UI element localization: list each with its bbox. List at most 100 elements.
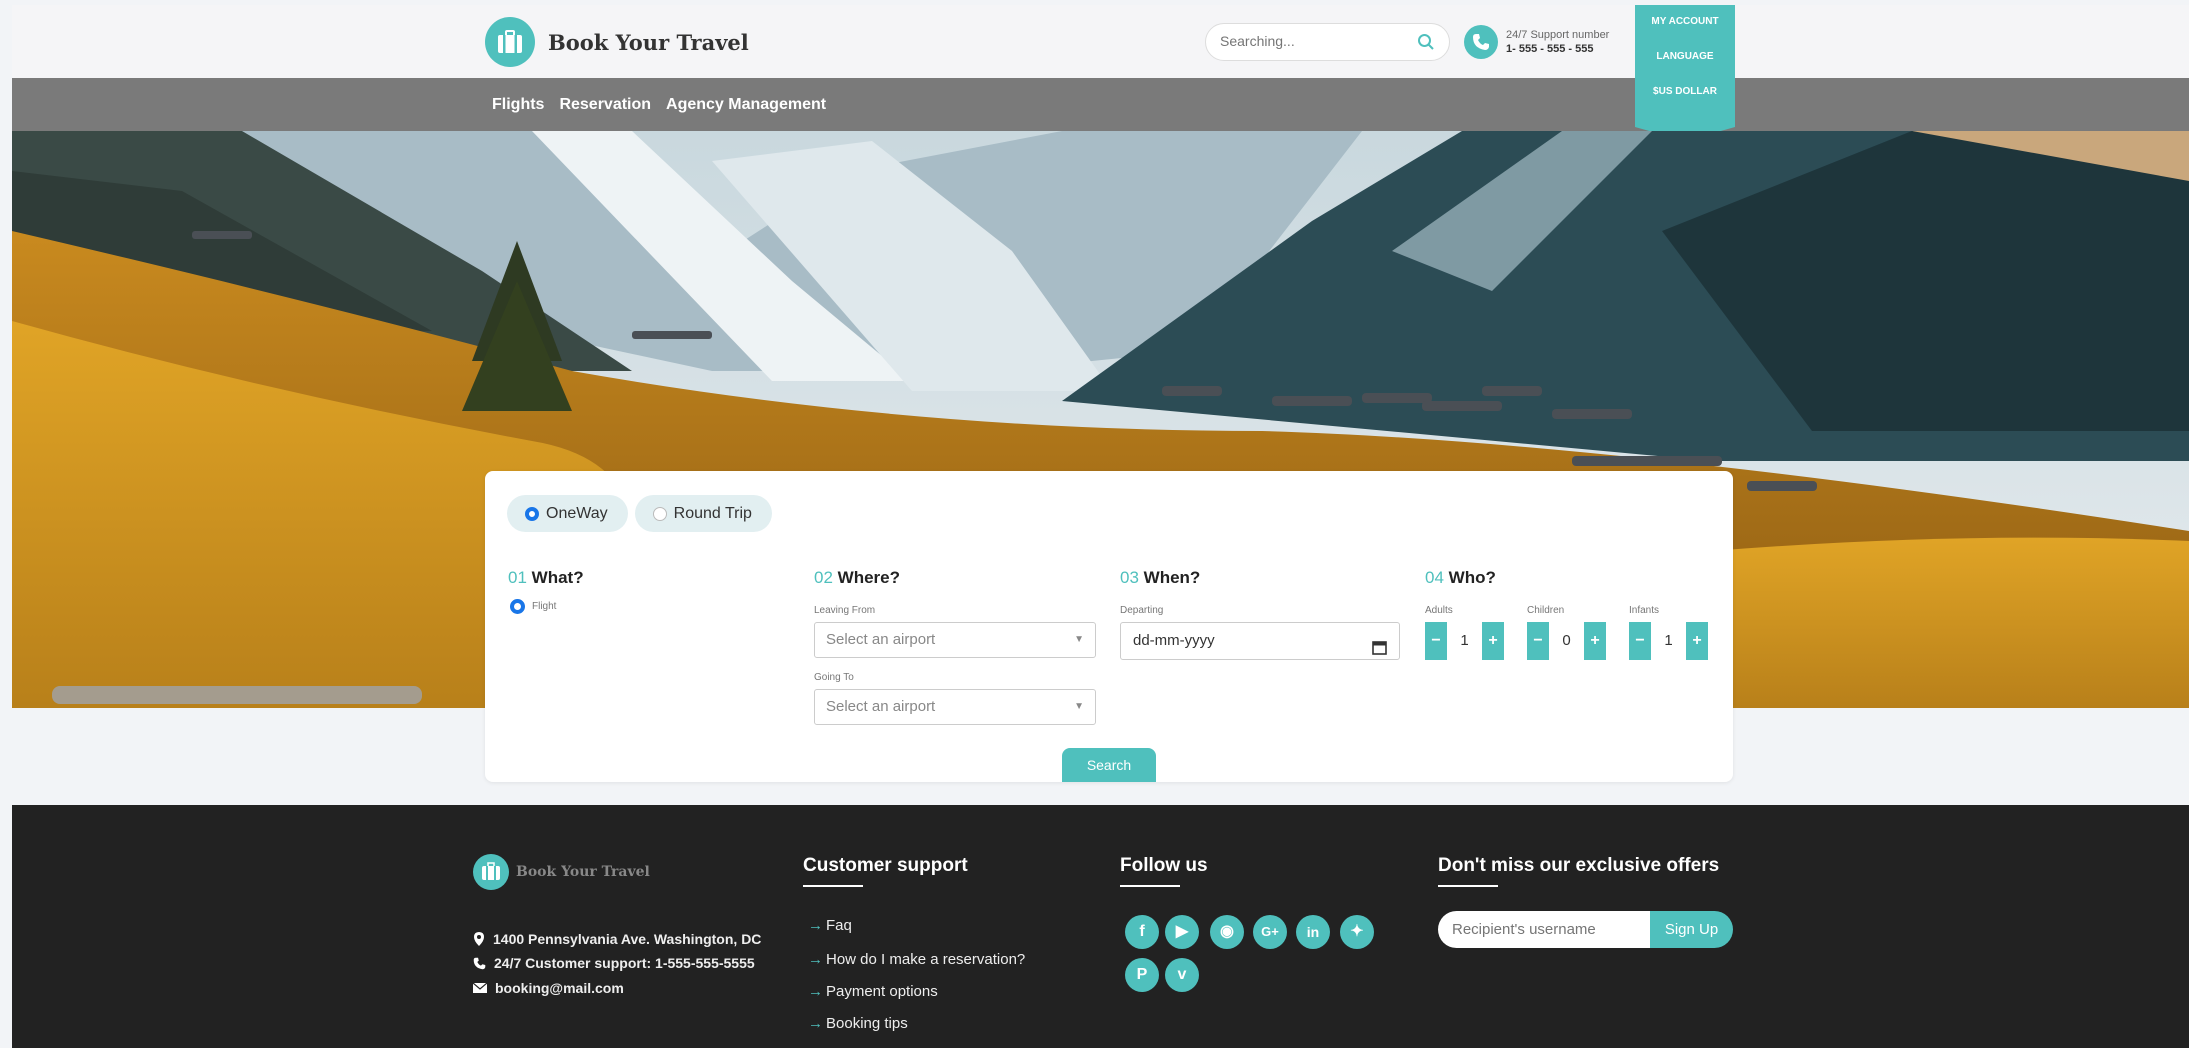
adults-stepper: − 1 + — [1425, 622, 1504, 660]
sign-up-button[interactable]: Sign Up — [1650, 911, 1733, 948]
support-label: 24/7 Support number — [1506, 28, 1610, 41]
section-where-label: Where? — [837, 568, 900, 587]
section-what-label: What? — [531, 568, 584, 587]
youtube-icon[interactable]: ▶ — [1165, 915, 1199, 949]
search-button[interactable]: Search — [1062, 748, 1156, 782]
footer-address: 1400 Pennsylvania Ave. Washington, DC — [473, 931, 761, 947]
option-flight[interactable]: Flight — [510, 599, 556, 614]
language-selector[interactable]: LANGUAGE — [1635, 40, 1735, 75]
children-stepper: − 0 + — [1527, 622, 1606, 660]
departing-label: Departing — [1120, 605, 1164, 616]
section-when-title: 03 When? — [1120, 568, 1200, 588]
section-when-label: When? — [1143, 568, 1201, 587]
top-header — [12, 5, 2189, 78]
section-what-number: 01 — [508, 568, 527, 587]
dropdown-caret-icon: ▼ — [1074, 634, 1084, 645]
children-count[interactable]: 0 — [1549, 622, 1584, 660]
newsletter-heading: Don't miss our exclusive offers — [1438, 855, 1720, 887]
radio-selected-icon[interactable] — [510, 599, 525, 614]
site-footer — [12, 805, 2189, 1048]
search-icon[interactable] — [1417, 33, 1435, 56]
footer-link-reservation[interactable]: → How do I make a reservation? — [808, 951, 1025, 968]
section-who-number: 04 — [1425, 568, 1444, 587]
pinterest-icon[interactable]: P — [1125, 958, 1159, 992]
nav-item-flights[interactable]: Flights — [492, 96, 544, 114]
site-title: Book Your Travel — [548, 29, 749, 55]
infants-decrement-button[interactable]: − — [1629, 622, 1651, 660]
trip-type-oneway[interactable]: OneWay — [507, 495, 628, 532]
calendar-icon[interactable] — [1372, 633, 1387, 669]
footer-link-booking-tips[interactable]: → Booking tips — [808, 1015, 908, 1032]
support-number: 1- 555 - 555 - 555 — [1506, 43, 1594, 55]
going-to-select[interactable]: Select an airport ▼ — [814, 689, 1096, 725]
site-search[interactable] — [1205, 23, 1450, 61]
trip-type-oneway-label: OneWay — [546, 504, 608, 522]
suitcase-icon — [473, 854, 509, 890]
my-account-link[interactable]: MY ACCOUNT — [1635, 5, 1735, 40]
site-logo[interactable]: Book Your Travel — [485, 17, 749, 67]
section-what-title: 01 What? — [508, 568, 584, 588]
section-who-label: Who? — [1448, 568, 1496, 587]
footer-email[interactable]: booking@mail.com — [473, 980, 624, 996]
infants-stepper: − 1 + — [1629, 622, 1708, 660]
currency-selector[interactable]: $US DOLLAR — [1635, 75, 1735, 110]
leaving-from-label: Leaving From — [814, 605, 876, 616]
account-menu: MY ACCOUNT LANGUAGE $US DOLLAR — [1635, 5, 1735, 141]
leaving-from-value: Select an airport — [826, 631, 936, 648]
vimeo-icon[interactable]: v — [1165, 958, 1199, 992]
children-decrement-button[interactable]: − — [1527, 622, 1549, 660]
newsletter-input[interactable] — [1438, 911, 1653, 948]
section-who-title: 04 Who? — [1425, 568, 1496, 588]
radio-selected-icon[interactable] — [525, 506, 539, 521]
adults-label: Adults — [1425, 605, 1453, 616]
footer-support-text: 24/7 Customer support: 1-555-555-5555 — [494, 955, 755, 971]
nav-item-reservation[interactable]: Reservation — [559, 96, 651, 114]
follow-us-heading: Follow us — [1120, 855, 1208, 887]
dropdown-caret-icon: ▼ — [1074, 701, 1084, 712]
children-label: Children — [1527, 605, 1565, 616]
phone-icon — [473, 957, 486, 969]
adults-decrement-button[interactable]: − — [1425, 622, 1447, 660]
support-contact: 24/7 Support number 1- 555 - 555 - 555 — [1464, 25, 1609, 59]
search-input[interactable] — [1220, 33, 1410, 49]
location-pin-icon — [474, 932, 484, 946]
rss-icon[interactable]: ◉ — [1210, 915, 1244, 949]
radio-unselected-icon[interactable] — [652, 506, 667, 521]
nav-item-agency-management[interactable]: Agency Management — [666, 96, 826, 114]
facebook-icon[interactable]: f — [1125, 915, 1159, 949]
option-flight-label: Flight — [532, 601, 557, 612]
infants-label: Infants — [1629, 605, 1660, 616]
linkedin-icon[interactable]: in — [1296, 915, 1330, 949]
infants-count[interactable]: 1 — [1651, 622, 1686, 660]
newsletter-form: Sign Up — [1438, 911, 1733, 948]
infants-increment-button[interactable]: + — [1686, 622, 1708, 660]
page: Book Your Travel 24/7 Support number 1- … — [0, 0, 2189, 1048]
envelope-icon — [473, 983, 487, 993]
suitcase-icon — [485, 17, 535, 67]
adults-increment-button[interactable]: + — [1482, 622, 1504, 660]
adults-count[interactable]: 1 — [1447, 622, 1482, 660]
google-plus-icon[interactable]: G+ — [1253, 915, 1287, 949]
going-to-value: Select an airport — [826, 698, 936, 715]
trip-type-roundtrip-label: Round Trip — [673, 504, 752, 522]
phone-icon — [1464, 25, 1498, 59]
footer-address-text: 1400 Pennsylvania Ave. Washington, DC — [493, 931, 762, 947]
customer-support-heading: Customer support — [803, 855, 968, 887]
trip-type-roundtrip[interactable]: Round Trip — [634, 495, 772, 532]
footer-email-text[interactable]: booking@mail.com — [495, 980, 624, 996]
footer-link-payment[interactable]: → Payment options — [808, 983, 938, 1000]
footer-brand: Book Your Travel — [516, 864, 650, 880]
going-to-label: Going To — [814, 672, 854, 683]
main-navigation: Flights Reservation Agency Management — [12, 78, 2189, 131]
twitter-icon[interactable]: ✦ — [1340, 915, 1374, 949]
section-where-title: 02 Where? — [814, 568, 900, 588]
departing-date-value: dd-mm-yyyy — [1133, 632, 1215, 649]
children-increment-button[interactable]: + — [1584, 622, 1606, 660]
section-where-number: 02 — [814, 568, 833, 587]
section-when-number: 03 — [1120, 568, 1139, 587]
footer-link-faq[interactable]: → Faq — [808, 917, 852, 934]
departing-date-input[interactable]: dd-mm-yyyy — [1120, 622, 1400, 660]
leaving-from-select[interactable]: Select an airport ▼ — [814, 622, 1096, 658]
footer-logo[interactable]: Book Your Travel — [473, 854, 650, 890]
footer-support: 24/7 Customer support: 1-555-555-5555 — [473, 955, 755, 971]
